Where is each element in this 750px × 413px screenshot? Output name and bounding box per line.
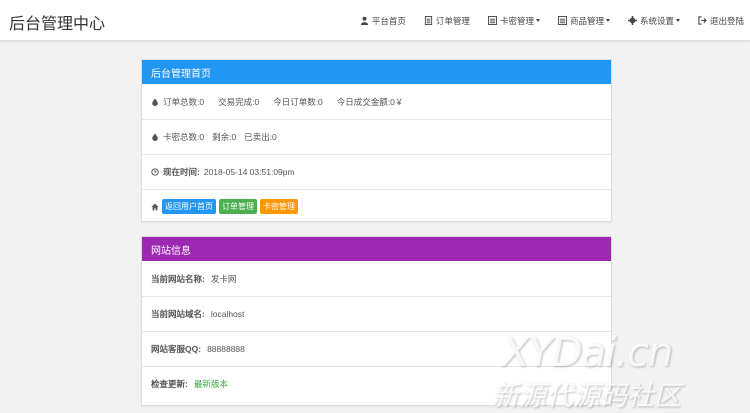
panel-heading: 网站信息 [142, 237, 611, 261]
card-stats-row: 卡密总数:0 剩余:0 已卖出:0 [142, 119, 611, 154]
site-name-value: 发卡网 [210, 273, 237, 284]
time-value: 2018-05-14 03:51:09pm [203, 167, 295, 177]
tint-icon [152, 133, 158, 141]
nav-item-settings[interactable]: 系统设置 [627, 15, 680, 27]
stat-remaining: 剩余:0 [212, 132, 237, 142]
home-icon [151, 203, 159, 210]
support-qq-row: 网站客服QQ: 88888888 [142, 331, 611, 366]
check-update-value[interactable]: 最新版本 [194, 378, 228, 390]
tint-icon [152, 97, 158, 106]
clock-icon [151, 168, 159, 176]
check-update-label: 检查更新: [151, 379, 188, 389]
support-qq-value: 88888888 [207, 344, 245, 354]
main-nav: 平台首页 订单管理 卡密管理 商品管理 系统设置 退出登陆 [342, 0, 744, 41]
site-domain-label: 当前网站域名: [151, 309, 205, 319]
admin-home-panel: 后台管理首页 订单总数:0 交易完成:0 今日订单数:0 今日成交金额:0￥ 卡… [141, 59, 612, 222]
stat-total-orders: 订单总数:0 [163, 96, 205, 107]
check-update-row: 检查更新: 最新版本 [142, 366, 611, 401]
site-name-label: 当前网站名称: [151, 273, 205, 284]
nav-label: 平台首页 [371, 15, 406, 26]
site-info-panel: 网站信息 当前网站名称: 发卡网 当前网站域名: localhost 网站客服Q… [141, 236, 612, 406]
gear-icon [627, 16, 637, 25]
panel-title: 后台管理首页 [151, 68, 211, 80]
stat-sold: 已卖出:0 [244, 132, 277, 142]
support-qq-label: 网站客服QQ: [151, 344, 202, 354]
list-icon [557, 16, 567, 25]
nav-item-orders[interactable]: 订单管理 [424, 15, 470, 27]
stat-today-orders: 今日订单数:0 [273, 96, 323, 107]
site-name-row: 当前网站名称: 发卡网 [142, 261, 611, 296]
nav-label: 退出登陆 [709, 15, 744, 26]
nav-item-platform-home[interactable]: 平台首页 [360, 15, 406, 27]
stat-total-cards: 卡密总数:0 [163, 132, 205, 142]
user-icon [360, 16, 369, 25]
back-user-home-button[interactable]: 返回用户首页 [162, 199, 216, 214]
site-domain-row: 当前网站域名: localhost [142, 296, 611, 331]
chevron-down-icon [535, 19, 540, 22]
panel-heading: 后台管理首页 [142, 60, 611, 84]
nav-item-products[interactable]: 商品管理 [557, 15, 610, 27]
order-stats-row: 订单总数:0 交易完成:0 今日订单数:0 今日成交金额:0￥ [142, 84, 611, 119]
nav-label: 订单管理 [435, 15, 470, 26]
top-navbar: 后台管理中心 平台首页 订单管理 卡密管理 商品管理 系统设置 退出登陆 [0, 0, 750, 41]
nav-item-card-keys[interactable]: 卡密管理 [487, 15, 540, 27]
brand-title[interactable]: 后台管理中心 [9, 10, 105, 34]
list-icon [487, 16, 497, 25]
nav-label: 商品管理 [569, 15, 604, 26]
order-manage-button[interactable]: 订单管理 [219, 199, 257, 214]
card-manage-button[interactable]: 卡密管理 [260, 199, 298, 214]
nav-label: 卡密管理 [499, 15, 534, 26]
chevron-down-icon [675, 19, 680, 22]
chevron-down-icon [605, 19, 610, 22]
time-label: 现在时间: [163, 167, 200, 177]
quick-links-row: 返回用户首页 订单管理 卡密管理 [142, 189, 611, 223]
stat-today-amount: 今日成交金额:0￥ [336, 96, 404, 107]
logout-icon [698, 16, 707, 25]
nav-label: 系统设置 [639, 15, 674, 26]
site-domain-value: localhost [210, 309, 245, 319]
time-row: 现在时间: 2018-05-14 03:51:09pm [142, 154, 611, 189]
nav-item-logout[interactable]: 退出登陆 [698, 15, 744, 27]
stat-completed: 交易完成:0 [218, 96, 260, 107]
file-icon [424, 16, 433, 25]
panel-title: 网站信息 [151, 245, 191, 257]
